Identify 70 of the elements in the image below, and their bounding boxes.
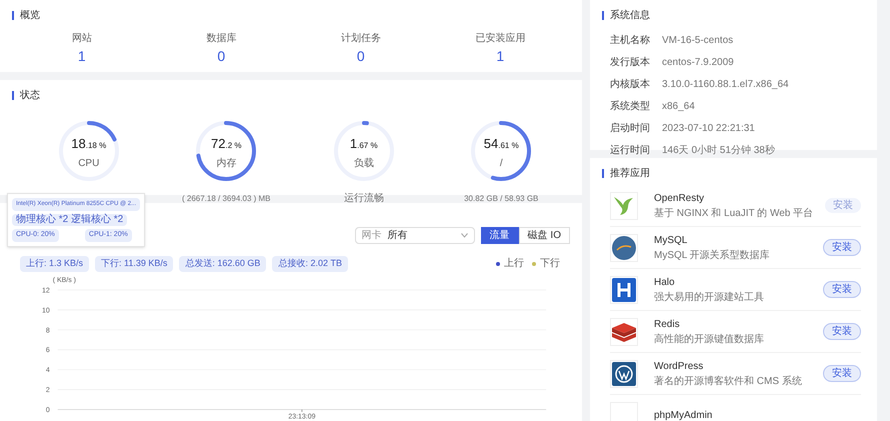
gauge-value: 72.2 % — [211, 134, 242, 152]
gauge-ring — [56, 119, 121, 183]
install-button[interactable]: 安装 — [823, 365, 861, 382]
install-button[interactable]: 安装 — [823, 281, 861, 298]
info-label: 发行版本 — [610, 56, 651, 70]
install-button[interactable]: 安装 — [823, 323, 861, 340]
gauge-label: CPU — [78, 156, 100, 170]
app-description: 高性能的开源键值数据库 — [654, 332, 765, 346]
stat-label: 计划任务 — [340, 32, 381, 46]
info-label: 主机名称 — [610, 34, 651, 48]
select-label: 网卡 — [362, 228, 382, 243]
title-accent-bar — [12, 11, 14, 20]
app-description: 基于 NGINX 和 LuaJIT 的 Web 平台 — [654, 206, 814, 220]
gauge-label: / — [500, 156, 503, 170]
stat-label: 数据库 — [206, 32, 236, 46]
card-title: 概览 — [20, 8, 40, 23]
card-title: 推荐应用 — [610, 166, 650, 181]
app-name[interactable]: MySQL — [654, 232, 823, 248]
gauge-footer: 运行流畅 — [344, 193, 384, 204]
title-accent-bar — [602, 11, 604, 20]
gauge-footer: ( 2667.18 / 3694.03 ) MB — [182, 194, 270, 203]
info-label: 内核版本 — [610, 78, 651, 92]
gauge-label: 内存 — [216, 156, 236, 170]
stat-tag: 总接收: 2.02 TB — [272, 256, 348, 272]
info-value: 2023-07-10 22:21:31 — [662, 122, 755, 136]
info-value: 3.10.0-1160.88.1.el7.x86_64 — [662, 78, 789, 92]
info-value: 146天 0小时 51分钟 38秒 — [662, 144, 775, 158]
app-description: 强大易用的开源建站工具 — [654, 290, 765, 304]
legend-label: 下行 — [540, 257, 560, 272]
title-accent-bar — [12, 91, 14, 100]
app-description: 著名的开源博客软件和 CMS 系统 — [654, 374, 803, 388]
stat-tag: 总发送: 162.60 GB — [179, 256, 266, 272]
stat-value[interactable]: 1 — [496, 46, 504, 67]
stat-value[interactable]: 0 — [356, 46, 365, 67]
app-name[interactable]: Redis — [654, 316, 823, 332]
gauge-value: 1.67 % — [350, 134, 378, 152]
app-name[interactable]: Halo — [654, 274, 823, 290]
info-value: x86_64 — [662, 100, 695, 114]
gauge-value: 18.18 % — [71, 134, 106, 152]
info-value: VM-16-5-centos — [662, 34, 734, 48]
info-value: centos-7.9.2009 — [662, 56, 734, 70]
card-title: 状态 — [20, 88, 40, 103]
gauge-value: 54.61 % — [484, 134, 519, 152]
info-label: 系统类型 — [610, 100, 651, 114]
select-value: 所有 — [388, 228, 409, 243]
chevron-down-icon — [460, 233, 468, 238]
app-description: MySQL 开源关系型数据库 — [654, 248, 771, 262]
cpu-cores-tag: 物理核心 *2 逻辑核心 *2 — [12, 214, 128, 226]
info-label: 运行时间 — [610, 144, 651, 158]
stat-tag: 下行: 11.39 KB/s — [95, 256, 174, 272]
tab[interactable]: 流量 — [480, 227, 519, 244]
legend-label: 上行 — [504, 256, 524, 272]
stat-value[interactable]: 0 — [217, 46, 226, 67]
stat-tag: 上行: 1.3 KB/s — [20, 256, 90, 272]
stat-value[interactable]: 1 — [78, 46, 86, 67]
info-label: 启动时间 — [610, 122, 651, 136]
app-name[interactable]: phpMyAdmin — [654, 408, 861, 421]
card-title: 系统信息 — [610, 8, 650, 23]
gauge-ring — [194, 119, 258, 183]
tab[interactable]: 磁盘 IO — [518, 227, 570, 244]
install-button[interactable]: 安装 — [823, 239, 861, 256]
gauge-ring — [469, 119, 534, 183]
gauge-ring — [332, 119, 396, 183]
title-accent-bar — [602, 169, 604, 178]
stat-label: 网站 — [72, 32, 92, 46]
app-name[interactable]: WordPress — [654, 358, 823, 374]
nic-select[interactable]: 网卡 所有 — [354, 227, 475, 244]
stat-label: 已安装应用 — [475, 32, 526, 46]
gauge-label: 负载 — [354, 156, 374, 170]
gauge-footer: 30.82 GB / 58.93 GB — [464, 194, 538, 203]
